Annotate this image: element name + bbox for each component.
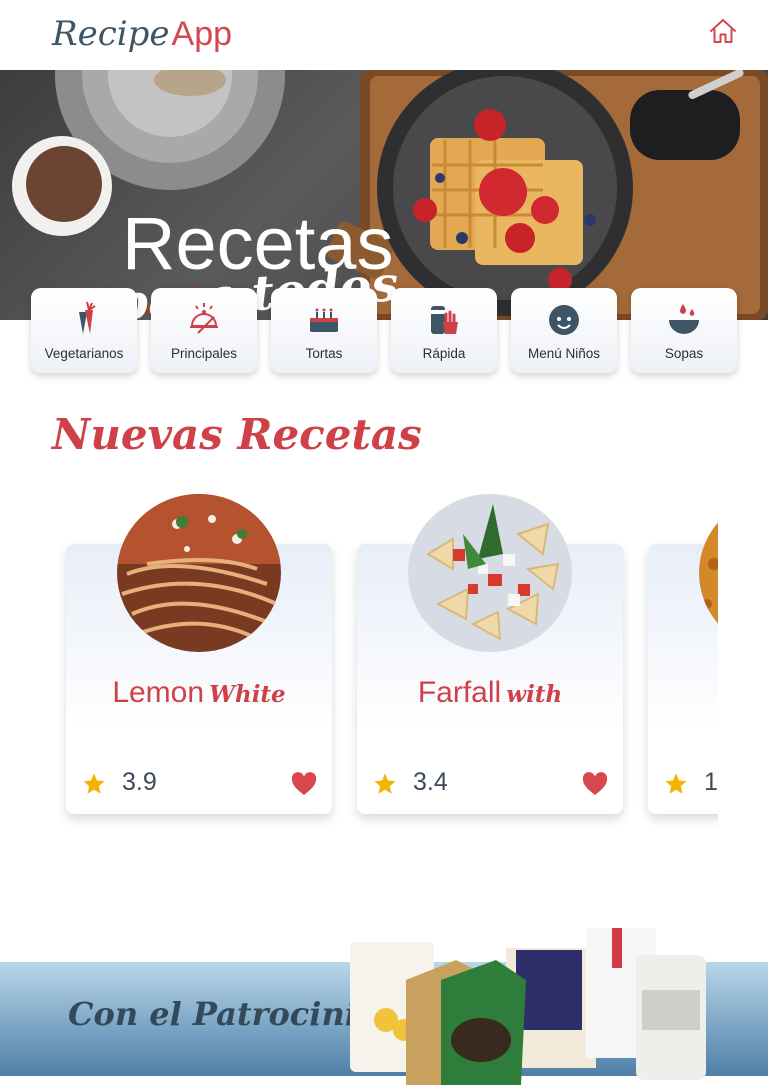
recipe-rating: 3.4	[413, 768, 448, 796]
logo-text-app: App	[171, 15, 233, 53]
cake-icon	[310, 308, 338, 332]
recipe-title-main: Lemon	[112, 676, 205, 709]
category-label: Vegetarianos	[44, 346, 124, 361]
category-menu-ninos[interactable]: Menú Niños	[511, 288, 617, 373]
recipe-title-script: with	[506, 681, 563, 708]
carrot-icon	[79, 301, 96, 334]
logo-text-recipe: Recipe	[52, 14, 170, 54]
app-logo[interactable]: RecipeApp	[52, 12, 232, 56]
recipes-carousel[interactable]: Lemon White 3.9 Farfall with 3.4 1	[0, 480, 718, 840]
recipe-title: Farfall with	[357, 676, 623, 710]
cloche-icon	[190, 303, 218, 334]
category-label: Menú Niños	[527, 346, 601, 361]
sponsor-products-image[interactable]	[346, 920, 708, 1085]
recipe-rating: 3.9	[122, 768, 157, 796]
category-tortas[interactable]: Tortas	[271, 288, 377, 373]
star-icon	[83, 773, 105, 794]
recipe-image[interactable]	[408, 494, 572, 652]
app-header: RecipeApp	[0, 0, 768, 70]
category-label: Principales	[170, 346, 238, 361]
recipe-title-script: White	[209, 681, 286, 708]
hero-banner: Recetas para todos	[0, 70, 768, 320]
category-rapida[interactable]: Rápida	[391, 288, 497, 373]
section-title: Nuevas Recetas	[52, 410, 422, 459]
kid-face-icon	[549, 305, 579, 335]
home-icon[interactable]	[708, 16, 738, 46]
category-sopas[interactable]: Sopas	[631, 288, 737, 373]
heart-icon[interactable]	[582, 772, 608, 796]
recipe-title-main: Farfall	[417, 676, 502, 709]
recipe-image[interactable]	[117, 494, 281, 652]
recipe-rating: 1.7	[704, 768, 718, 796]
category-label: Tortas	[305, 346, 343, 361]
star-icon	[665, 773, 687, 794]
category-principales[interactable]: Principales	[151, 288, 257, 373]
category-label: Rápida	[422, 346, 466, 361]
heart-icon[interactable]	[291, 772, 317, 796]
category-vegetarianos[interactable]: Vegetarianos	[31, 288, 137, 373]
category-label: Sopas	[664, 346, 704, 361]
fastfood-icon	[431, 306, 458, 334]
recipe-title: Lemon White	[66, 676, 332, 710]
star-icon	[374, 773, 396, 794]
soup-bowl-icon	[669, 304, 699, 334]
